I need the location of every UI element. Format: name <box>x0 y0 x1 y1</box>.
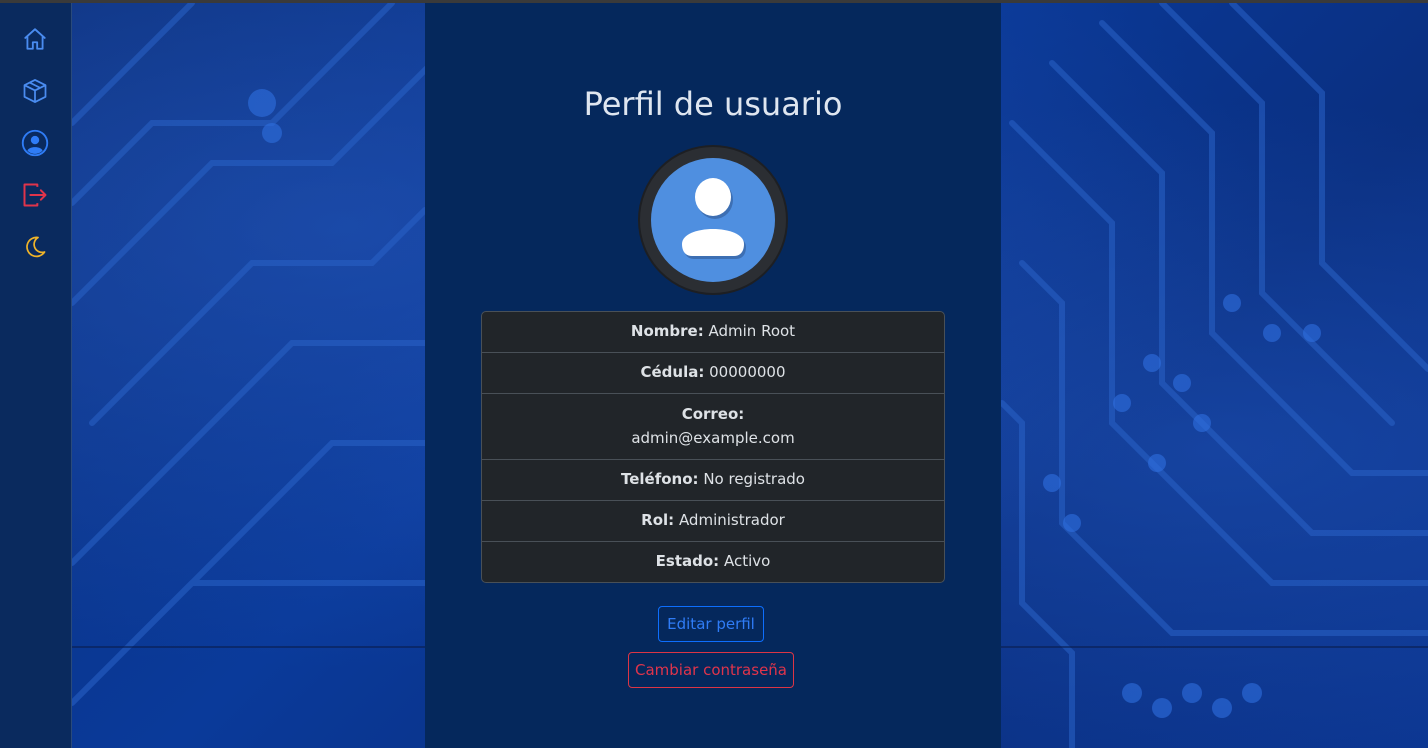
avatar <box>638 145 788 295</box>
home-icon <box>24 28 46 50</box>
field-label: Correo: <box>681 405 745 423</box>
field-value: Administrador <box>678 511 785 529</box>
sidebar-item-products[interactable] <box>20 76 50 106</box>
page-title: Perfil de usuario <box>583 85 843 123</box>
sidebar-item-theme-toggle[interactable] <box>20 232 50 262</box>
field-row-rol: Rol: Administrador <box>482 500 944 541</box>
field-value: 00000000 <box>709 363 786 381</box>
sidebar-item-home[interactable] <box>20 24 50 54</box>
field-value: No registrado <box>703 470 805 488</box>
moon-icon <box>26 236 46 258</box>
sidebar <box>0 3 72 748</box>
user-circle-icon <box>21 129 49 157</box>
field-label: Teléfono: <box>620 470 699 488</box>
field-value: admin@example.com <box>631 429 795 447</box>
sidebar-item-logout[interactable] <box>20 180 50 210</box>
field-row-correo: Correo: admin@example.com <box>482 393 944 459</box>
field-row-nombre: Nombre: Admin Root <box>482 312 944 352</box>
field-label: Estado: <box>655 552 720 570</box>
field-row-cedula: Cédula: 00000000 <box>482 352 944 393</box>
change-password-button[interactable]: Cambiar contraseña <box>628 652 794 688</box>
field-value: Activo <box>723 552 771 570</box>
field-label: Rol: <box>641 511 675 529</box>
field-value: Admin Root <box>708 322 796 340</box>
sidebar-item-profile[interactable] <box>20 128 50 158</box>
logout-icon <box>23 183 47 207</box>
field-row-estado: Estado: Activo <box>482 541 944 582</box>
box-icon <box>23 79 47 103</box>
field-row-telefono: Teléfono: No registrado <box>482 459 944 500</box>
profile-info-table: Nombre: Admin Root Cédula: 00000000 Corr… <box>481 311 945 583</box>
field-label: Nombre: <box>630 322 704 340</box>
profile-card: Perfil de usuario Nombre: Admin Root Céd… <box>425 3 1001 748</box>
edit-profile-button[interactable]: Editar perfil <box>658 606 764 642</box>
field-label: Cédula: <box>640 363 705 381</box>
